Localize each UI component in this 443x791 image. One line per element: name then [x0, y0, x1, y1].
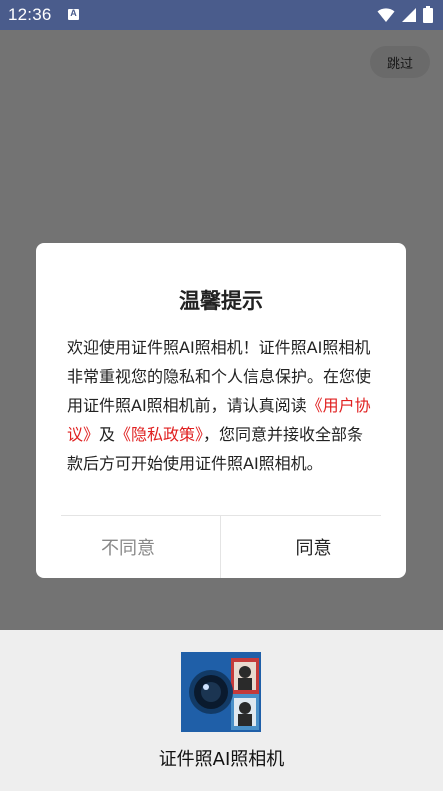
disagree-button[interactable]: 不同意: [36, 516, 220, 578]
wifi-icon: [377, 7, 395, 23]
a-box-icon: A: [68, 8, 79, 20]
agree-button[interactable]: 同意: [221, 516, 406, 578]
screen: 跳过 证件照AI照相机 12:36 A: [0, 0, 443, 791]
dialog-body-and: 及: [99, 425, 116, 444]
battery-icon: [423, 6, 433, 23]
app-name: 证件照AI照相机: [158, 749, 285, 770]
status-icons: [377, 6, 433, 23]
signal-icon: [401, 7, 417, 23]
status-bar: 12:36 A: [0, 0, 443, 30]
dialog-body: 欢迎使用证件照AI照相机！证件照AI照相机非常重视您的隐私和个人信息保护。在您使…: [67, 333, 375, 478]
status-time: 12:36: [8, 5, 52, 24]
privacy-dialog: 温馨提示 欢迎使用证件照AI照相机！证件照AI照相机非常重视您的隐私和个人信息保…: [36, 243, 406, 578]
camera-logo-icon: [181, 652, 261, 732]
privacy-policy-link[interactable]: 《隐私政策》: [115, 425, 203, 444]
dialog-title: 温馨提示: [179, 289, 263, 313]
